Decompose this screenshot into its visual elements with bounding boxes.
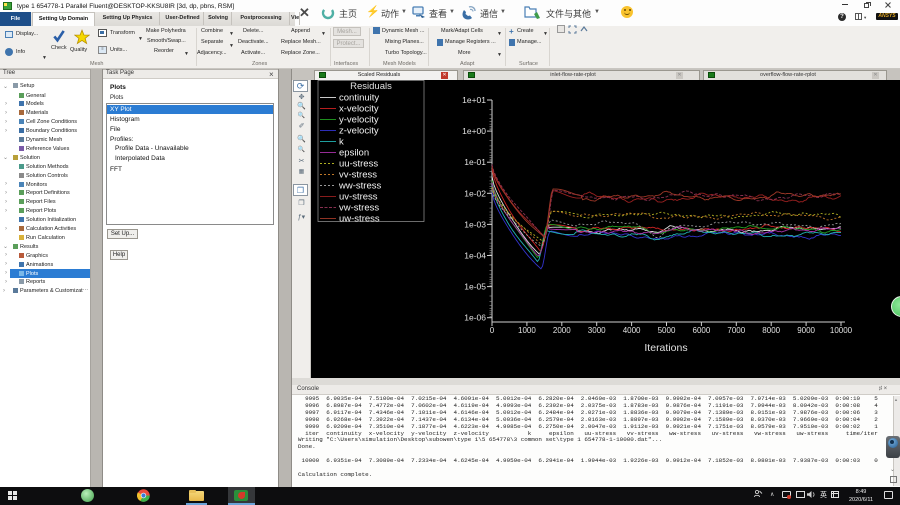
svg-text:1e-03: 1e-03 — [464, 219, 486, 229]
svg-text:1e+00: 1e+00 — [462, 126, 486, 136]
svg-text:Iterations: Iterations — [644, 342, 687, 354]
svg-text:2000: 2000 — [553, 326, 571, 335]
svg-text:1e+01: 1e+01 — [462, 95, 486, 105]
svg-text:0: 0 — [490, 326, 495, 335]
svg-text:9000: 9000 — [797, 326, 815, 335]
svg-text:x-velocity: x-velocity — [339, 104, 379, 115]
svg-text:z-velocity: z-velocity — [339, 126, 379, 137]
svg-text:10000: 10000 — [830, 326, 853, 335]
svg-text:6000: 6000 — [693, 326, 711, 335]
svg-text:vw-stress: vw-stress — [339, 203, 379, 214]
svg-text:1e-01: 1e-01 — [464, 157, 486, 167]
svg-text:uu-stress: uu-stress — [339, 159, 378, 170]
svg-text:1e-02: 1e-02 — [464, 188, 486, 198]
svg-text:uv-stress: uv-stress — [339, 192, 378, 203]
svg-text:7000: 7000 — [727, 326, 745, 335]
svg-text:vv-stress: vv-stress — [339, 170, 377, 181]
svg-text:epsilon: epsilon — [339, 148, 369, 159]
svg-text:y-velocity: y-velocity — [339, 115, 379, 126]
svg-text:continuity: continuity — [339, 93, 379, 104]
svg-text:8000: 8000 — [762, 326, 780, 335]
svg-text:k: k — [339, 137, 344, 148]
svg-text:1e-06: 1e-06 — [464, 313, 486, 323]
svg-text:4000: 4000 — [623, 326, 641, 335]
svg-text:1000: 1000 — [518, 326, 536, 335]
svg-text:Residuals: Residuals — [350, 81, 392, 92]
svg-text:ww-stress: ww-stress — [338, 181, 381, 192]
svg-text:3000: 3000 — [588, 326, 606, 335]
svg-text:1e-04: 1e-04 — [464, 251, 486, 261]
svg-text:1e-05: 1e-05 — [464, 282, 486, 292]
svg-text:uw-stress: uw-stress — [339, 214, 380, 225]
svg-text:5000: 5000 — [658, 326, 676, 335]
